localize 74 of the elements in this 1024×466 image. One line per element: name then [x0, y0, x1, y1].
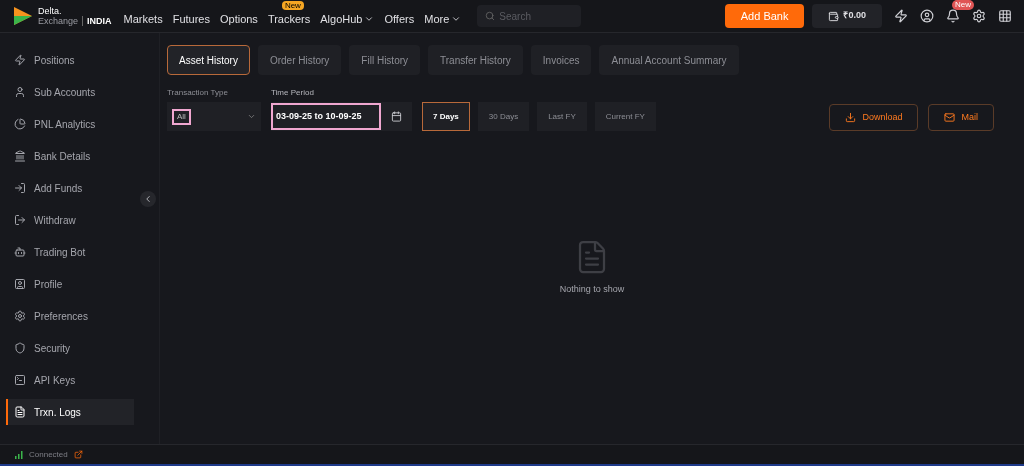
- tab[interactable]: Asset History: [167, 45, 250, 75]
- sidebar-item[interactable]: Trxn. Logs: [6, 399, 134, 425]
- sidebar-item[interactable]: Sub Accounts: [6, 79, 134, 105]
- nav-link[interactable]: Trackers: [267, 10, 311, 28]
- user-icon: [14, 86, 26, 98]
- envelope-icon: [944, 112, 956, 123]
- tab[interactable]: Annual Account Summary: [599, 45, 739, 75]
- chevron-down-icon: [451, 14, 462, 24]
- sidebar-item[interactable]: Preferences: [6, 303, 134, 329]
- document-icon: [14, 406, 26, 418]
- exit-icon: [14, 214, 26, 226]
- nav-link[interactable]: AlgoHub: [320, 10, 375, 28]
- sidebar-item[interactable]: Positions: [6, 47, 134, 73]
- bank-icon: [14, 150, 26, 162]
- download-icon: [845, 112, 857, 123]
- tab[interactable]: Invoices: [530, 45, 592, 75]
- terminal-icon: [14, 374, 26, 386]
- logo-subtext: Exchange: [38, 16, 79, 26]
- pie-chart-icon: [14, 118, 26, 130]
- date-range-field[interactable]: 03-09-25 to 10-09-25: [271, 103, 381, 130]
- chevron-down-icon: [247, 112, 256, 121]
- new-badge: New: [281, 0, 304, 10]
- nav-link[interactable]: Offers: [384, 10, 415, 28]
- logo-text: Delta.: [38, 6, 63, 16]
- period-button[interactable]: 30 Days: [477, 102, 530, 131]
- calendar-icon[interactable]: [391, 111, 402, 122]
- sidebar-item[interactable]: Profile: [6, 271, 134, 297]
- connection-status: Connected: [29, 448, 68, 461]
- region-label: INDIA: [82, 16, 112, 26]
- sidebar-item[interactable]: Add Funds: [6, 175, 134, 201]
- mail-button[interactable]: Mail: [928, 104, 994, 131]
- wallet-balance-button[interactable]: ₹0.00: [812, 4, 882, 28]
- bolt-icon: [14, 54, 26, 66]
- tab[interactable]: Transfer History: [428, 45, 523, 75]
- notification-icon[interactable]: [946, 9, 960, 23]
- download-button[interactable]: Download: [829, 104, 919, 131]
- shield-icon: [14, 342, 26, 354]
- signal-icon: [15, 450, 23, 459]
- sidebar-item[interactable]: Withdraw: [6, 207, 134, 233]
- wallet-icon: [828, 10, 840, 22]
- tab[interactable]: Order History: [257, 45, 342, 75]
- sidebar-item[interactable]: PNL Analytics: [6, 111, 134, 137]
- settings-icon: [14, 310, 26, 322]
- nav-link[interactable]: Futures: [172, 10, 210, 28]
- bolt-icon[interactable]: [894, 9, 908, 23]
- empty-message: Nothing to show: [559, 282, 625, 296]
- sidebar-item[interactable]: Bank Details: [6, 143, 134, 169]
- period-button[interactable]: Current FY: [594, 102, 656, 131]
- logo-icon[interactable]: [12, 5, 34, 27]
- new-badge: New: [952, 0, 974, 10]
- sidebar-item[interactable]: Security: [6, 335, 134, 361]
- chevron-left-icon: [143, 194, 153, 204]
- user-icon[interactable]: [920, 9, 934, 23]
- period-button[interactable]: Last FY: [537, 102, 587, 131]
- chevron-down-icon: [364, 14, 375, 24]
- nav-link[interactable]: Markets: [123, 10, 163, 28]
- field-label: Time Period: [271, 87, 315, 99]
- nav-link[interactable]: More: [424, 10, 462, 28]
- period-button[interactable]: 7 Days: [422, 102, 470, 131]
- apps-grid-icon[interactable]: [998, 9, 1012, 23]
- search-field[interactable]: Search: [477, 5, 582, 27]
- sidebar-item[interactable]: API Keys: [6, 367, 134, 393]
- search-icon: [485, 11, 496, 21]
- sidebar-item[interactable]: Trading Bot: [6, 239, 134, 265]
- nav-link[interactable]: Options: [219, 10, 258, 28]
- settings-icon[interactable]: [972, 9, 986, 23]
- collapse-button[interactable]: [140, 191, 156, 207]
- enter-icon: [14, 182, 26, 194]
- robot-icon: [14, 246, 26, 258]
- external-link-icon[interactable]: [73, 450, 83, 459]
- tab[interactable]: Fill History: [349, 45, 421, 75]
- profile-icon: [14, 278, 26, 290]
- field-label: Transaction Type: [167, 87, 229, 99]
- transaction-type-dropdown[interactable]: All: [167, 102, 261, 131]
